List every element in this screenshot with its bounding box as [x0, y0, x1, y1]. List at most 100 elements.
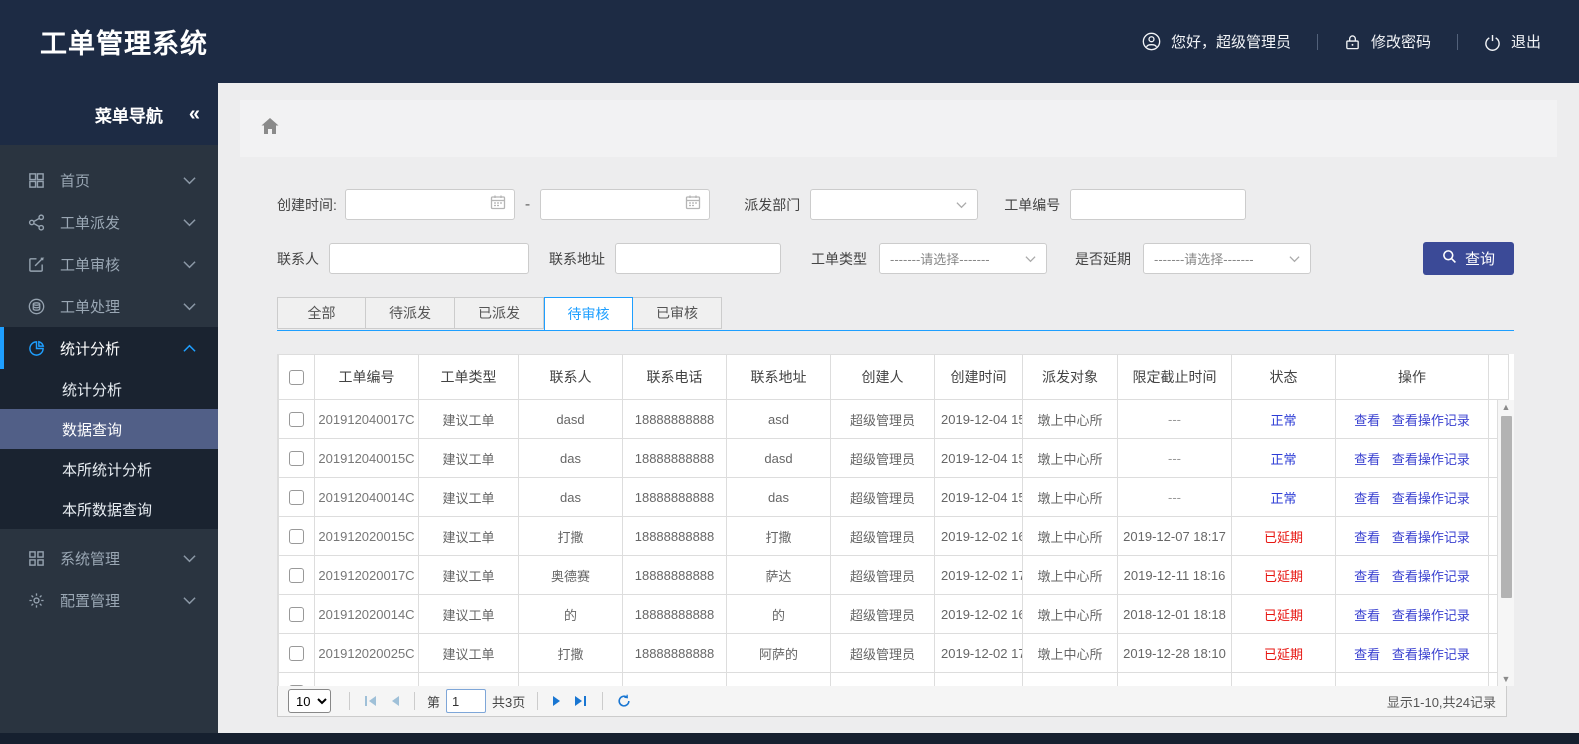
view-link[interactable]: 查看 — [1354, 491, 1380, 506]
range-separator: - — [524, 195, 531, 213]
target-cell: 墩上中心所 — [1022, 555, 1118, 595]
created-cell: 2019-12-02 17 — [934, 633, 1023, 673]
logout-button[interactable]: 退出 — [1484, 31, 1541, 52]
view-link[interactable]: 查看 — [1354, 647, 1380, 662]
sidebar-item-config[interactable]: 配置管理 — [0, 579, 218, 621]
contact-input[interactable] — [329, 243, 529, 274]
sidebar-header: 菜单导航 « — [0, 83, 218, 145]
order-no-cell: 201912040014C — [314, 477, 419, 517]
sidebar-item-dispatch[interactable]: 工单派发 — [0, 201, 218, 243]
address-input[interactable] — [615, 243, 781, 274]
order-type-cell: 建议工单 — [418, 594, 519, 634]
prev-page-button[interactable] — [390, 695, 400, 707]
created-cell: 2019-12-04 15 — [934, 477, 1023, 517]
sidebar-subitem-statistics[interactable]: 统计分析 — [0, 369, 218, 409]
sidebar-subitem-local-data-query[interactable]: 本所数据查询 — [0, 489, 218, 529]
tab-pending-dispatch[interactable]: 待派发 — [366, 297, 455, 329]
row-checkbox[interactable] — [289, 606, 304, 622]
deadline-cell: 2019-12-11 18:16 — [1117, 555, 1232, 595]
created-cell: 2019-12-04 15 — [934, 399, 1023, 439]
actions-cell: 查看 查看操作记录 — [1335, 477, 1489, 517]
home-icon[interactable] — [260, 117, 280, 140]
view-log-link[interactable]: 查看操作记录 — [1392, 413, 1470, 428]
sidebar-item-label: 工单处理 — [60, 298, 121, 316]
tab-pending-review[interactable]: 待审核 — [544, 297, 633, 331]
order-type-cell: 建议工单 — [418, 438, 519, 478]
target-cell: 墩上中心所 — [1022, 399, 1118, 439]
sidebar-item-statistics[interactable]: 统计分析 — [0, 327, 218, 369]
first-page-button[interactable] — [364, 695, 378, 707]
sidebar-subitem-data-query[interactable]: 数据查询 — [0, 409, 218, 449]
page-number-input[interactable] — [446, 689, 487, 713]
sidebar-item-process[interactable]: 工单处理 — [0, 285, 218, 327]
view-link[interactable]: 查看 — [1354, 530, 1380, 545]
order-type-select[interactable]: -------请选择------- — [879, 243, 1047, 274]
tab-dispatched[interactable]: 已派发 — [455, 297, 544, 329]
contact-cell: 打撒 — [518, 516, 623, 556]
deadline-cell: --- — [1117, 438, 1232, 478]
view-link[interactable]: 查看 — [1354, 452, 1380, 467]
table-row: 201912040017C 建议工单 dasd 18888888888 asd … — [278, 399, 1509, 439]
row-select-cell — [278, 594, 315, 634]
refresh-button[interactable] — [617, 694, 631, 708]
view-link[interactable]: 查看 — [1354, 569, 1380, 584]
phone-cell: 18888888888 — [622, 594, 727, 634]
view-log-link[interactable]: 查看操作记录 — [1392, 452, 1470, 467]
view-log-link[interactable]: 查看操作记录 — [1392, 530, 1470, 545]
phone-cell: 18888888888 — [622, 516, 727, 556]
create-time-start-input[interactable] — [344, 189, 515, 220]
top-bar: 工单管理系统 您好，超级管理员 修改密码 退出 — [0, 0, 1579, 83]
last-page-button[interactable] — [574, 695, 588, 707]
sidebar-collapse-button[interactable]: « — [189, 104, 200, 124]
search-button[interactable]: 查询 — [1422, 242, 1514, 275]
sidebar-subitem-local-statistics[interactable]: 本所统计分析 — [0, 449, 218, 489]
sidebar-item-review[interactable]: 工单审核 — [0, 243, 218, 285]
actions-cell: 查看 查看操作记录 — [1335, 594, 1489, 634]
overdue-select[interactable]: -------请选择------- — [1143, 243, 1311, 274]
order-type-cell: 建议工单 — [418, 555, 519, 595]
view-log-link[interactable]: 查看操作记录 — [1392, 608, 1470, 623]
row-checkbox[interactable] — [289, 528, 304, 544]
sidebar-item-system[interactable]: 系统管理 — [0, 537, 218, 579]
tab-reviewed[interactable]: 已审核 — [633, 297, 722, 329]
address-cell: asd — [726, 399, 831, 439]
select-all-checkbox[interactable] — [289, 369, 304, 385]
table-row-partial — [278, 672, 1509, 686]
user-greeting[interactable]: 您好，超级管理员 — [1142, 31, 1291, 52]
view-link[interactable]: 查看 — [1354, 608, 1380, 623]
col-scrollbar-spacer — [1488, 354, 1509, 400]
row-checkbox[interactable] — [289, 450, 304, 466]
status-tabs: 全部 待派发 已派发 待审核 已审核 — [277, 297, 1514, 331]
row-checkbox[interactable] — [289, 567, 304, 583]
status-cell: 已延期 — [1231, 516, 1336, 556]
address-cell: das — [726, 477, 831, 517]
change-password-button[interactable]: 修改密码 — [1344, 31, 1431, 52]
sidebar-item-home[interactable]: 首页 — [0, 159, 218, 201]
chevron-down-icon — [183, 172, 196, 189]
page-size-select[interactable]: 10 — [288, 689, 331, 713]
next-page-button[interactable] — [552, 695, 562, 707]
view-log-link[interactable]: 查看操作记录 — [1392, 491, 1470, 506]
row-checkbox[interactable] — [289, 411, 304, 427]
col-deadline: 限定截止时间 — [1117, 354, 1232, 400]
dispatch-dept-select[interactable] — [810, 189, 979, 220]
row-checkbox[interactable] — [289, 489, 304, 505]
creator-cell: 超级管理员 — [830, 399, 935, 439]
create-time-end-input[interactable] — [540, 189, 711, 220]
scrollbar-thumb[interactable] — [1500, 416, 1512, 598]
view-link[interactable]: 查看 — [1354, 413, 1380, 428]
view-log-link[interactable]: 查看操作记录 — [1392, 647, 1470, 662]
order-no-input[interactable] — [1070, 189, 1247, 220]
power-icon — [1484, 33, 1501, 51]
table-scrollbar[interactable]: ▲ ▼ — [1497, 400, 1514, 686]
view-log-link[interactable]: 查看操作记录 — [1392, 569, 1470, 584]
chevron-down-icon — [1289, 251, 1300, 266]
row-checkbox[interactable] — [289, 645, 304, 661]
scroll-up-icon[interactable]: ▲ — [1502, 400, 1511, 414]
order-no-cell: 201912020025C — [314, 633, 419, 673]
col-actions: 操作 — [1335, 354, 1489, 400]
col-created: 创建时间 — [934, 354, 1023, 400]
scroll-down-icon[interactable]: ▼ — [1502, 672, 1511, 686]
order-type-cell: 建议工单 — [418, 633, 519, 673]
tab-all[interactable]: 全部 — [277, 297, 366, 329]
